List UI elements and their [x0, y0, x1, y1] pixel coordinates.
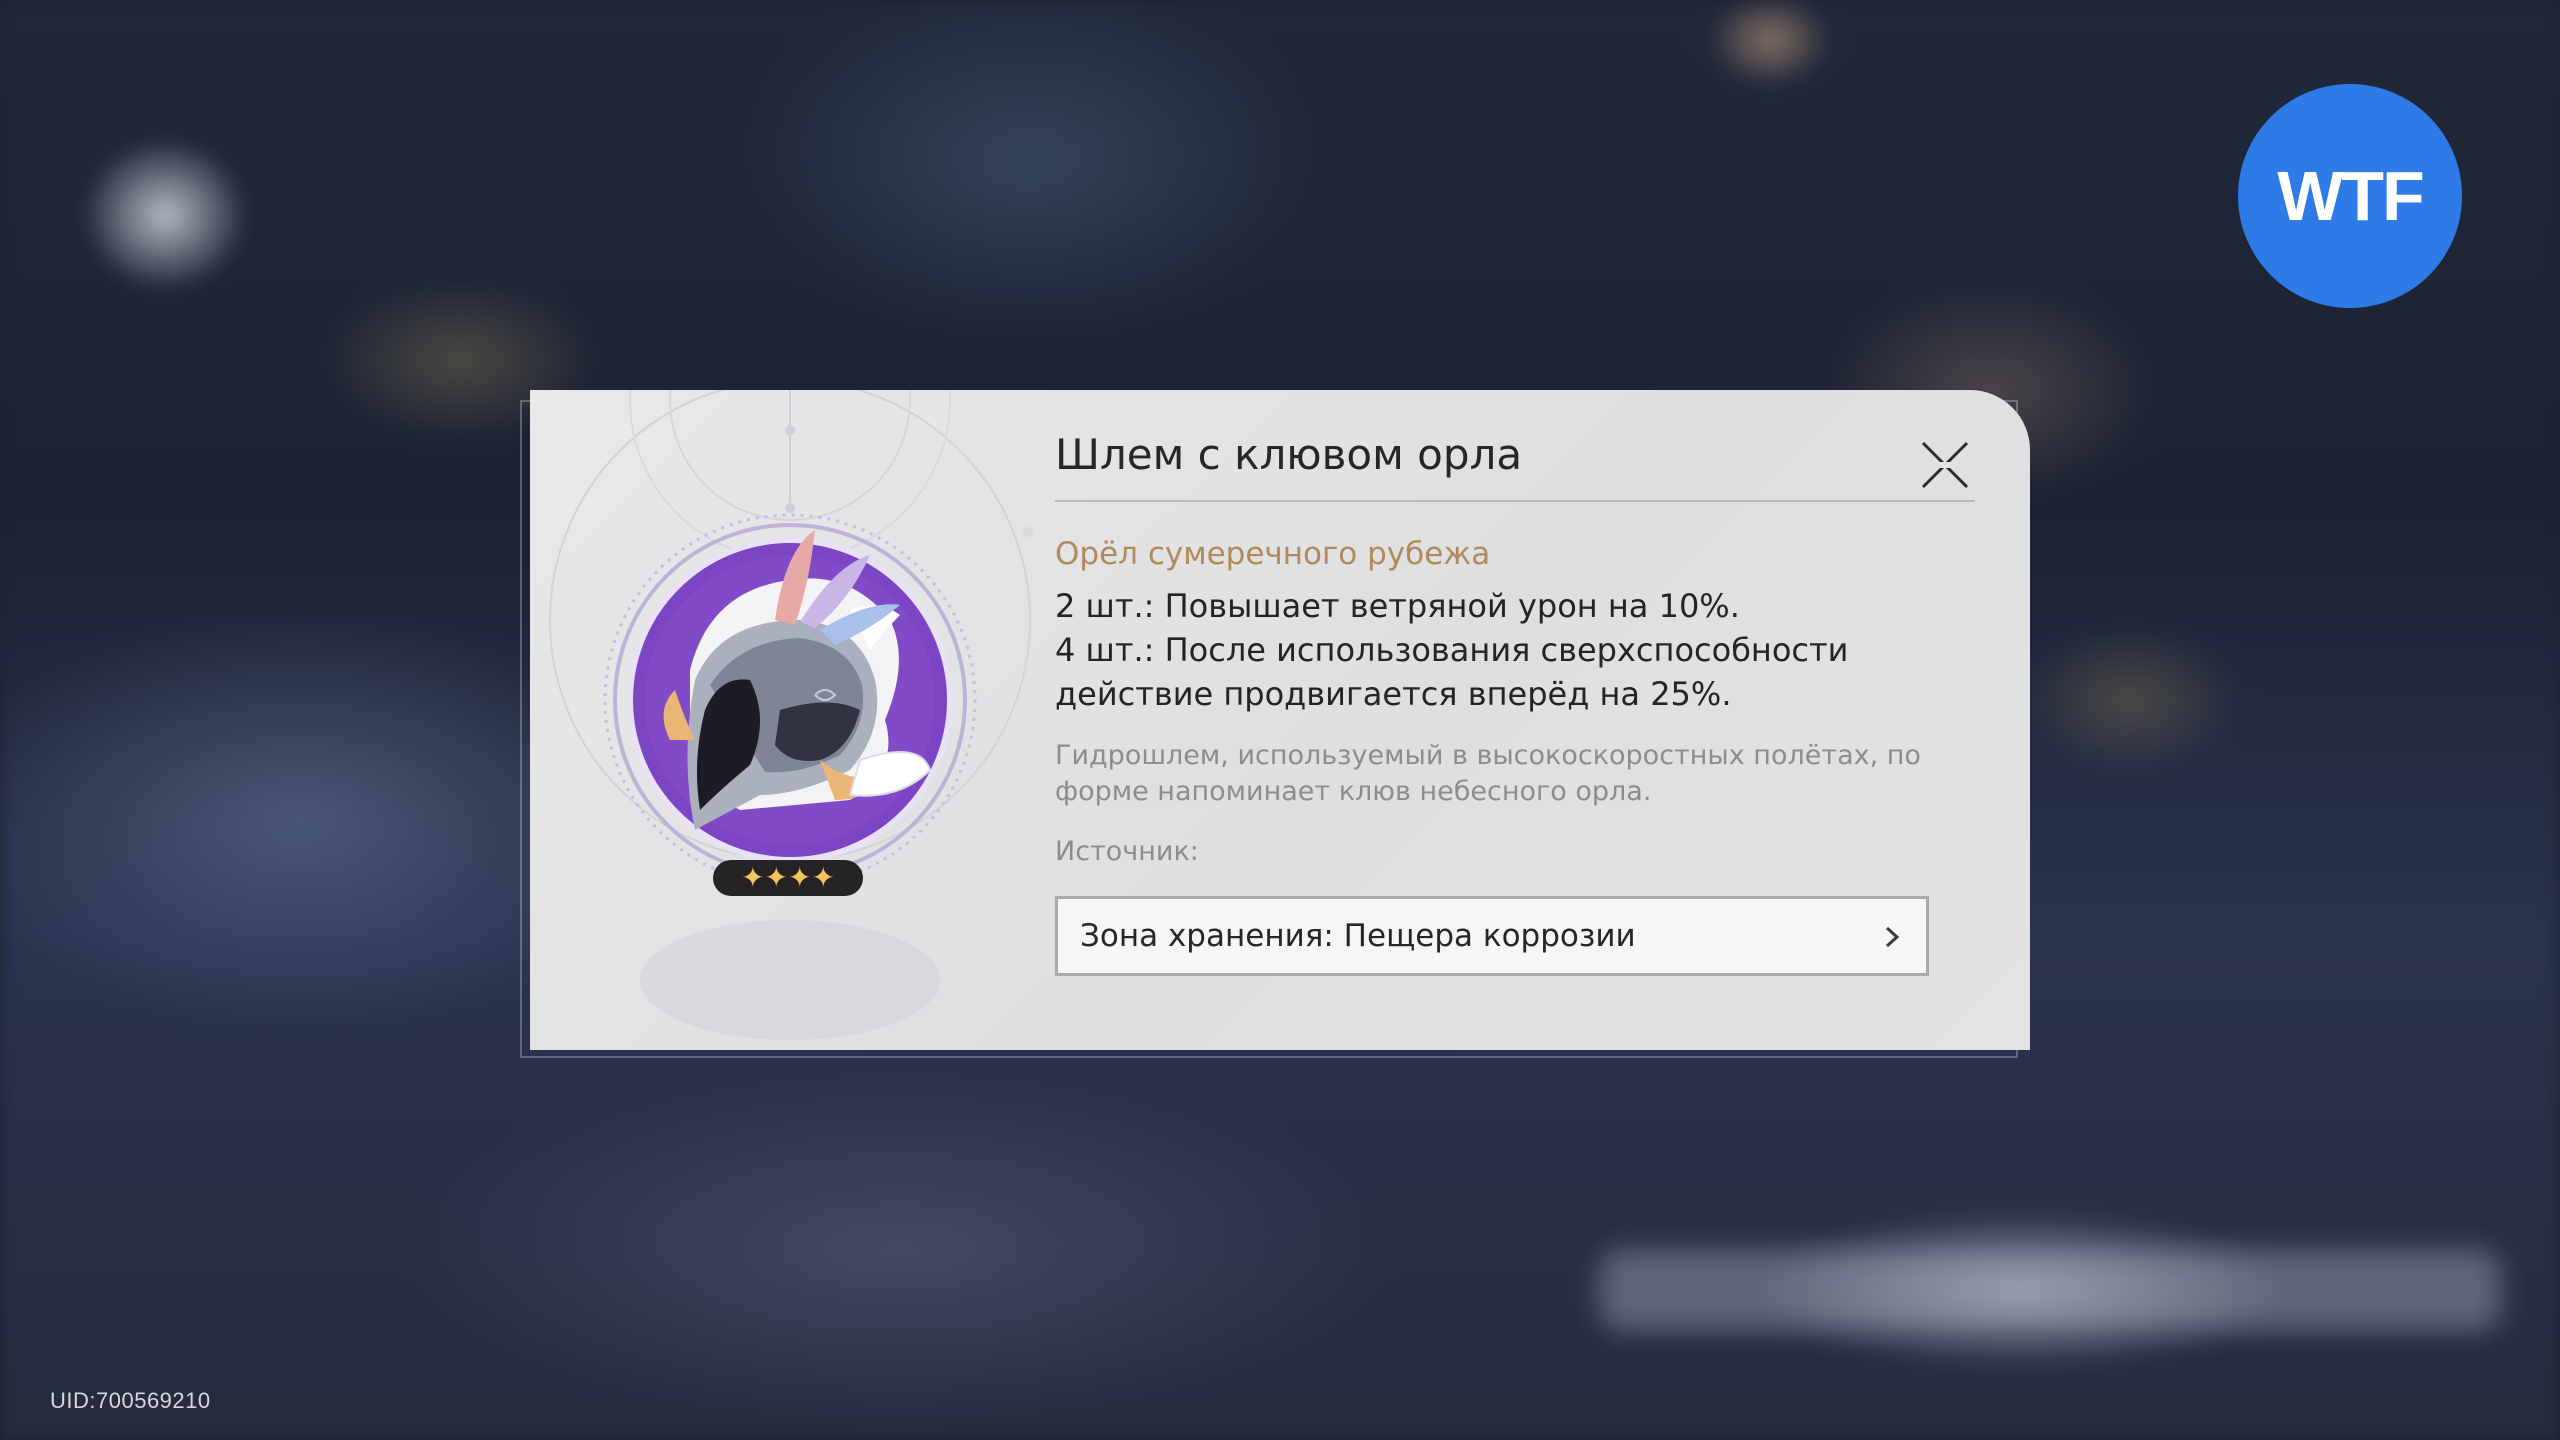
uid-label: UID:700569210 [50, 1388, 211, 1413]
item-detail-dialog: ✦✦✦✦ Шлем с клювом орла Орёл сумеречного… [530, 390, 2030, 1050]
set-name: Орёл сумеречного рубежа [1055, 536, 1491, 572]
item-title: Шлем с клювом орла [1055, 430, 1523, 479]
chevron-right-icon [1885, 926, 1900, 948]
wtf-logo-badge: WTF [2238, 84, 2462, 308]
source-entry-button[interactable]: Зона хранения: Пещера коррозии [1055, 896, 1929, 976]
wtf-logo-text: WTF [2277, 157, 2425, 235]
rarity-stars: ✦✦✦✦ [741, 861, 835, 894]
four-piece-effect: 4 шт.: После использования сверхспособно… [1055, 631, 1849, 713]
eagle-helmet-icon: ✦✦✦✦ [603, 513, 977, 896]
item-description: Гидрошлем, используемый в высокоскоростн… [1055, 740, 1921, 807]
close-button[interactable] [1915, 435, 1975, 495]
source-label: Источник: [1055, 836, 1199, 867]
close-icon [1921, 441, 1969, 489]
title-divider [1055, 500, 1975, 502]
two-piece-effect: 2 шт.: Повышает ветряной урон на 10%. [1055, 587, 1740, 625]
source-entry-label: Зона хранения: Пещера коррозии [1080, 918, 1636, 954]
blurred-background-bar [1600, 1250, 2500, 1330]
game-screen: UID:700569210 WTF ✦✦✦✦ Шлем с клювом орл… [0, 0, 2560, 1440]
